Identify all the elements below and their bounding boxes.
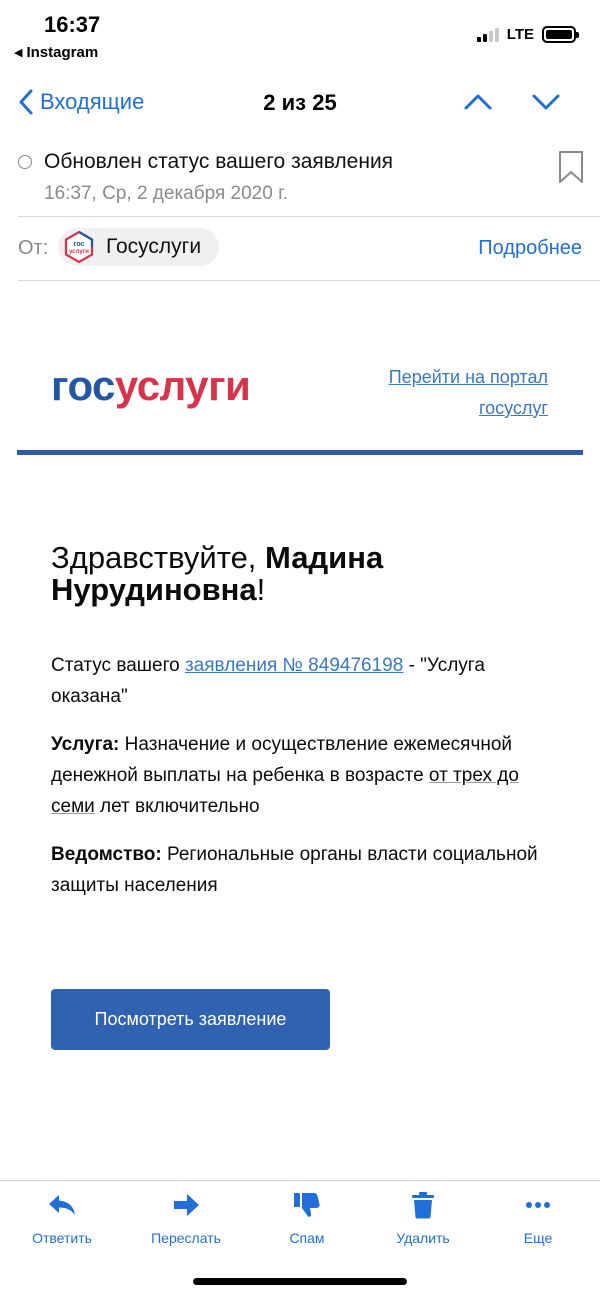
back-app-label: Instagram — [26, 44, 99, 61]
back-triangle-icon: ◀ — [14, 47, 23, 59]
network-type: LTE — [506, 26, 534, 43]
trash-icon — [412, 1192, 434, 1219]
portal-link-line2: госуслуг — [478, 398, 548, 418]
mail-screen: 16:37 ◀ Instagram LTE Входящие 2 из 25 О… — [0, 0, 600, 1297]
forward-label: Переслать — [151, 1230, 221, 1246]
portal-link[interactable]: Перейти на портал госуслуг — [340, 362, 548, 424]
bottom-toolbar: Ответить Переслать Спам Удалить Еще — [0, 1186, 600, 1256]
from-label: От: — [18, 237, 49, 259]
reply-button[interactable]: Ответить — [12, 1186, 112, 1246]
inbox-back-button[interactable]: Входящие — [18, 88, 144, 116]
status-paragraph: Статус вашего заявления № 849476198 - "У… — [51, 655, 485, 707]
forward-arrow-icon — [174, 1194, 199, 1216]
signal-icon — [476, 27, 499, 42]
spam-button[interactable]: Спам — [257, 1186, 357, 1246]
reply-icon — [49, 1195, 75, 1215]
agency-paragraph: Ведомство: Региональные органы власти со… — [51, 844, 538, 896]
bookmark-icon[interactable] — [558, 150, 584, 184]
service-paragraph: Услуга: Назначение и осуществление ежеме… — [51, 734, 519, 817]
more-button[interactable]: Еще — [488, 1186, 588, 1246]
service-label: Услуга: — [51, 734, 120, 755]
more-label: Еще — [523, 1230, 553, 1246]
chevron-left-icon — [19, 89, 33, 115]
sender-logo-bottom-text: услуги — [69, 249, 89, 255]
unread-toggle-icon[interactable] — [18, 155, 32, 169]
thumbs-down-icon — [294, 1193, 320, 1217]
home-indicator[interactable] — [193, 1278, 407, 1285]
view-application-button[interactable]: Посмотреть заявление — [51, 989, 330, 1050]
status-indicators: LTE — [476, 26, 579, 43]
reply-label: Ответить — [32, 1230, 92, 1246]
brand-gos: гос — [51, 362, 115, 409]
divider — [18, 280, 600, 281]
forward-button[interactable]: Переслать — [136, 1186, 236, 1246]
back-to-app[interactable]: ◀ Instagram — [14, 44, 98, 61]
application-link[interactable]: заявления № 849476198 — [185, 655, 403, 676]
delete-label: Удалить — [396, 1230, 450, 1246]
more-ellipsis-icon — [526, 1202, 550, 1208]
message-date: 16:37, Ср, 2 декабря 2020 г. — [44, 183, 288, 204]
previous-message-chevron-up-icon[interactable] — [462, 90, 494, 114]
portal-link-line1: Перейти на портал — [388, 367, 548, 387]
greeting: Здравствуйте, Мадина Нурудиновна! — [51, 540, 384, 607]
details-link[interactable]: Подробнее — [478, 237, 582, 260]
toolbar-divider — [0, 1180, 600, 1181]
header-rule — [17, 450, 583, 455]
inbox-back-label: Входящие — [40, 89, 145, 114]
navigation-bar: Входящие 2 из 25 — [0, 80, 600, 124]
divider — [18, 216, 600, 217]
agency-label: Ведомство: — [51, 844, 162, 865]
sender-name: Госуслуги — [106, 235, 202, 258]
sender-chip[interactable]: гос услуги Госуслуги — [58, 228, 220, 266]
spam-label: Спам — [289, 1230, 325, 1246]
message-counter: 2 из 25 — [263, 90, 337, 115]
delete-button[interactable]: Удалить — [373, 1186, 473, 1246]
status-time: 16:37 — [44, 12, 101, 37]
next-message-chevron-down-icon[interactable] — [530, 90, 562, 114]
gosuslugi-brand-logo: госуслуги — [51, 362, 251, 410]
sender-logo-top-text: гос — [74, 241, 85, 248]
brand-uslugi: услуги — [114, 362, 251, 409]
gosuslugi-logo-icon: гос услуги — [64, 230, 94, 264]
battery-icon — [542, 26, 579, 43]
message-subject: Обновлен статус вашего заявления — [44, 150, 394, 173]
